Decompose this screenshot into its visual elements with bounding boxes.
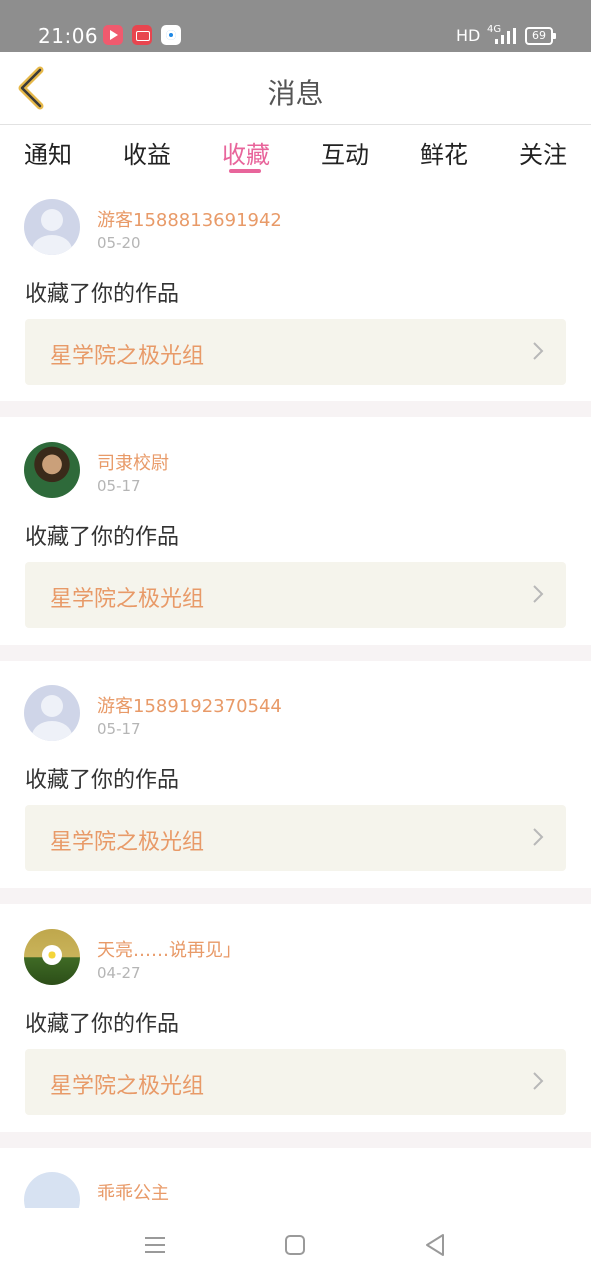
status-time: 21:06 <box>38 24 99 48</box>
date: 05-17 <box>97 477 141 495</box>
tab-favorites[interactable]: 收藏 <box>222 135 270 170</box>
message-card: 司隶校尉 05-17 收藏了你的作品 星学院之极光组 <box>0 417 591 645</box>
network-indicator: HD <box>456 26 481 45</box>
username[interactable]: 天亮……说再见」 <box>97 936 241 962</box>
tab-notifications[interactable]: 通知 <box>24 135 72 170</box>
username[interactable]: 司隶校尉 <box>97 449 169 475</box>
action-text: 收藏了你的作品 <box>25 282 180 307</box>
tab-flowers[interactable]: 鲜花 <box>420 135 468 170</box>
tab-earnings[interactable]: 收益 <box>123 135 171 170</box>
tab-interactions[interactable]: 互动 <box>321 135 369 170</box>
username[interactable]: 游客1588813691942 <box>97 206 282 232</box>
date: 05-20 <box>97 234 141 252</box>
work-link[interactable]: 星学院之极光组 <box>25 1049 566 1115</box>
work-title: 星学院之极光组 <box>50 587 205 612</box>
avatar[interactable] <box>24 929 80 985</box>
message-card: 乖乖公主 <box>0 1148 591 1208</box>
chevron-right-icon <box>533 585 544 603</box>
divider <box>0 1132 591 1148</box>
home-icon[interactable] <box>280 1230 310 1260</box>
divider <box>0 645 591 661</box>
battery-icon: 69 <box>525 27 556 45</box>
avatar[interactable] <box>24 685 80 741</box>
action-text: 收藏了你的作品 <box>25 525 180 550</box>
work-title: 星学院之极光组 <box>50 1074 205 1099</box>
back-icon[interactable] <box>420 1230 450 1260</box>
action-text: 收藏了你的作品 <box>25 1012 180 1037</box>
username[interactable]: 乖乖公主 <box>97 1179 169 1205</box>
chevron-right-icon <box>533 1072 544 1090</box>
work-title: 星学院之极光组 <box>50 830 205 855</box>
signal-icon <box>495 28 517 44</box>
active-tab-indicator <box>229 169 261 173</box>
divider <box>0 888 591 904</box>
chevron-right-icon <box>533 828 544 846</box>
menu-icon[interactable] <box>140 1230 170 1260</box>
video-app-icon <box>103 25 123 45</box>
message-card: 游客1589192370544 05-17 收藏了你的作品 星学院之极光组 <box>0 661 591 888</box>
camera-app-icon <box>132 25 152 45</box>
tab-following[interactable]: 关注 <box>519 135 567 170</box>
date: 05-17 <box>97 720 141 738</box>
chevron-right-icon <box>533 342 544 360</box>
avatar[interactable] <box>24 1172 80 1208</box>
username[interactable]: 游客1589192370544 <box>97 692 282 718</box>
work-title: 星学院之极光组 <box>50 344 205 369</box>
message-card: 游客1588813691942 05-20 收藏了你的作品 星学院之极光组 <box>0 183 591 401</box>
status-bar: 21:06 HD 4G 69 <box>0 0 591 52</box>
work-link[interactable]: 星学院之极光组 <box>25 319 566 385</box>
page-title: 消息 <box>267 77 324 110</box>
work-link[interactable]: 星学院之极光组 <box>25 562 566 628</box>
action-text: 收藏了你的作品 <box>25 768 180 793</box>
avatar[interactable] <box>24 442 80 498</box>
date: 04-27 <box>97 964 141 982</box>
work-link[interactable]: 星学院之极光组 <box>25 805 566 871</box>
system-nav-bar <box>0 1208 591 1280</box>
tab-bar: 通知 收益 收藏 互动 鲜花 关注 <box>0 125 591 183</box>
message-card: 天亮……说再见」 04-27 收藏了你的作品 星学院之极光组 <box>0 904 591 1132</box>
divider <box>0 401 591 417</box>
title-bar: 消息 <box>0 52 591 125</box>
browser-app-icon <box>161 25 181 45</box>
avatar[interactable] <box>24 199 80 255</box>
